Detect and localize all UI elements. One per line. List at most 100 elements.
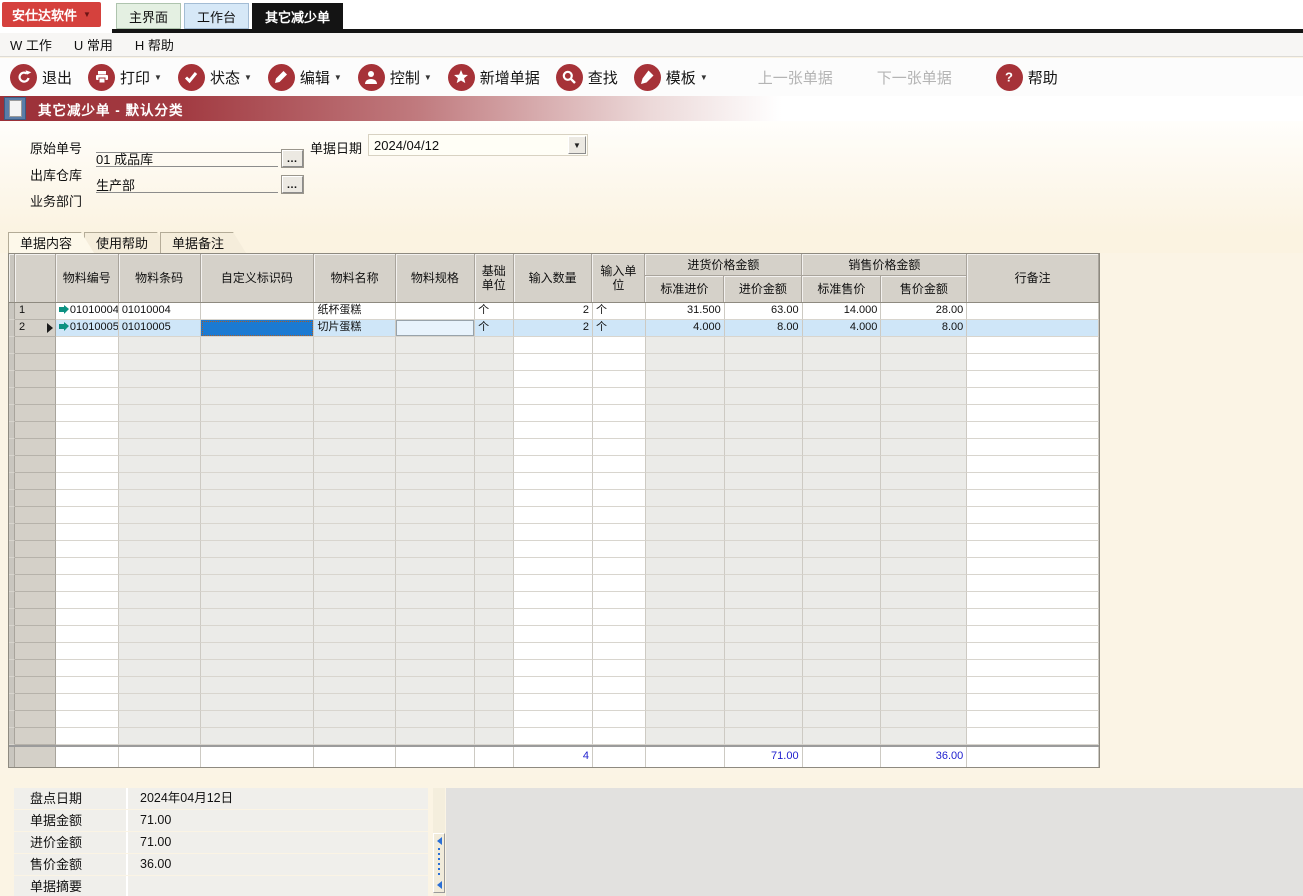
cell-spec[interactable] <box>396 303 476 320</box>
cell-spec[interactable] <box>396 728 476 745</box>
cell-name[interactable]: 切片蛋糕 <box>314 320 397 337</box>
cell-qty[interactable] <box>514 728 593 745</box>
cell-qty[interactable] <box>514 507 593 524</box>
cell-code[interactable] <box>55 677 119 694</box>
cell-remark[interactable] <box>967 422 1100 439</box>
cell-inunit[interactable] <box>592 507 646 524</box>
status-value[interactable]: 36.00 <box>126 854 428 875</box>
cell-spec[interactable] <box>396 490 476 507</box>
cell-name[interactable] <box>314 422 397 439</box>
cell-custom[interactable] <box>200 354 315 371</box>
cell-custom[interactable] <box>200 439 315 456</box>
cell-stdsale[interactable] <box>802 677 882 694</box>
cell-inunit[interactable] <box>592 575 646 592</box>
cell-code[interactable] <box>55 473 119 490</box>
cell-inunit[interactable] <box>592 456 646 473</box>
cell-remark[interactable] <box>967 490 1100 507</box>
cell-name[interactable] <box>314 337 397 354</box>
cell-inunit[interactable] <box>592 626 646 643</box>
cell-custom[interactable] <box>200 558 315 575</box>
cell-stdsale[interactable] <box>802 660 882 677</box>
cell-spec[interactable] <box>396 558 476 575</box>
cell-num[interactable] <box>14 660 56 677</box>
column-header-num[interactable] <box>14 254 56 302</box>
cell-unit[interactable] <box>475 711 515 728</box>
cell-stdsale[interactable] <box>802 541 882 558</box>
cell-costamt[interactable] <box>724 660 803 677</box>
cell-barcode[interactable] <box>118 541 201 558</box>
cell-remark[interactable] <box>967 337 1100 354</box>
cell-saleamt[interactable] <box>881 711 968 728</box>
cell-stdsale[interactable] <box>802 592 882 609</box>
column-header-saleamt[interactable]: 售价金额 <box>881 276 968 302</box>
cell-num[interactable] <box>14 541 56 558</box>
cell-stdsale[interactable] <box>802 643 882 660</box>
cell-remark[interactable] <box>967 473 1100 490</box>
cell-saleamt[interactable] <box>881 507 968 524</box>
cell-barcode[interactable]: 01010005 <box>118 320 201 337</box>
cell-barcode[interactable] <box>118 371 201 388</box>
cell-code[interactable] <box>55 694 119 711</box>
cell-remark[interactable] <box>967 643 1100 660</box>
cell-unit[interactable] <box>475 558 515 575</box>
cell-costamt[interactable]: 8.00 <box>724 320 803 337</box>
cell-costamt[interactable] <box>724 405 803 422</box>
cell-unit[interactable] <box>475 626 515 643</box>
cell-costamt[interactable] <box>724 524 803 541</box>
cell-saleamt[interactable] <box>881 354 968 371</box>
cell-num[interactable] <box>14 677 56 694</box>
cell-code[interactable] <box>55 388 119 405</box>
cell-barcode[interactable] <box>118 694 201 711</box>
cell-barcode[interactable] <box>118 626 201 643</box>
cell-spec[interactable] <box>396 507 476 524</box>
cell-qty[interactable] <box>514 371 593 388</box>
exit-button[interactable]: 退出 <box>10 63 72 91</box>
cell-unit[interactable] <box>475 609 515 626</box>
cell-stdsale[interactable] <box>802 711 882 728</box>
status-value[interactable]: 71.00 <box>126 832 428 853</box>
cell-saleamt[interactable] <box>881 643 968 660</box>
cell-spec[interactable] <box>396 711 476 728</box>
cell-unit[interactable] <box>475 575 515 592</box>
cell-unit[interactable] <box>475 592 515 609</box>
cell-stdcost[interactable] <box>645 405 725 422</box>
cell-num[interactable] <box>14 626 56 643</box>
cell-qty[interactable] <box>514 439 593 456</box>
cell-costamt[interactable] <box>724 626 803 643</box>
cell-custom[interactable] <box>200 507 315 524</box>
cell-qty[interactable] <box>514 558 593 575</box>
cell-stdsale[interactable] <box>802 524 882 541</box>
cell-custom[interactable] <box>200 677 315 694</box>
cell-unit[interactable] <box>475 354 515 371</box>
column-header-barcode[interactable]: 物料条码 <box>118 254 201 302</box>
status-value[interactable]: 2024年04月12日 <box>126 788 428 809</box>
cell-name[interactable] <box>314 558 397 575</box>
cell-qty[interactable] <box>514 575 593 592</box>
cell-costamt[interactable] <box>724 439 803 456</box>
cell-stdcost[interactable] <box>645 694 725 711</box>
cell-name[interactable] <box>314 456 397 473</box>
cell-stdsale[interactable] <box>802 609 882 626</box>
cell-remark[interactable] <box>967 660 1100 677</box>
cell-saleamt[interactable] <box>881 456 968 473</box>
cell-inunit[interactable] <box>592 728 646 745</box>
cell-unit[interactable] <box>475 490 515 507</box>
cell-inunit[interactable]: 个 <box>592 320 646 337</box>
cell-spec[interactable] <box>396 694 476 711</box>
status-value[interactable]: 71.00 <box>126 810 428 831</box>
cell-code[interactable] <box>55 592 119 609</box>
cell-stdcost[interactable]: 4.000 <box>645 320 725 337</box>
cell-num[interactable] <box>14 558 56 575</box>
cell-code[interactable] <box>55 456 119 473</box>
cell-spec[interactable] <box>396 609 476 626</box>
cell-remark[interactable] <box>967 677 1100 694</box>
cell-custom[interactable] <box>200 388 315 405</box>
combo-dropdown-button[interactable]: ▼ <box>568 136 586 154</box>
cell-saleamt[interactable] <box>881 388 968 405</box>
cell-stdcost[interactable] <box>645 558 725 575</box>
cell-inunit[interactable] <box>592 643 646 660</box>
cell-inunit[interactable] <box>592 660 646 677</box>
cell-costamt[interactable] <box>724 456 803 473</box>
cell-qty[interactable] <box>514 609 593 626</box>
cell-stdsale[interactable] <box>802 439 882 456</box>
